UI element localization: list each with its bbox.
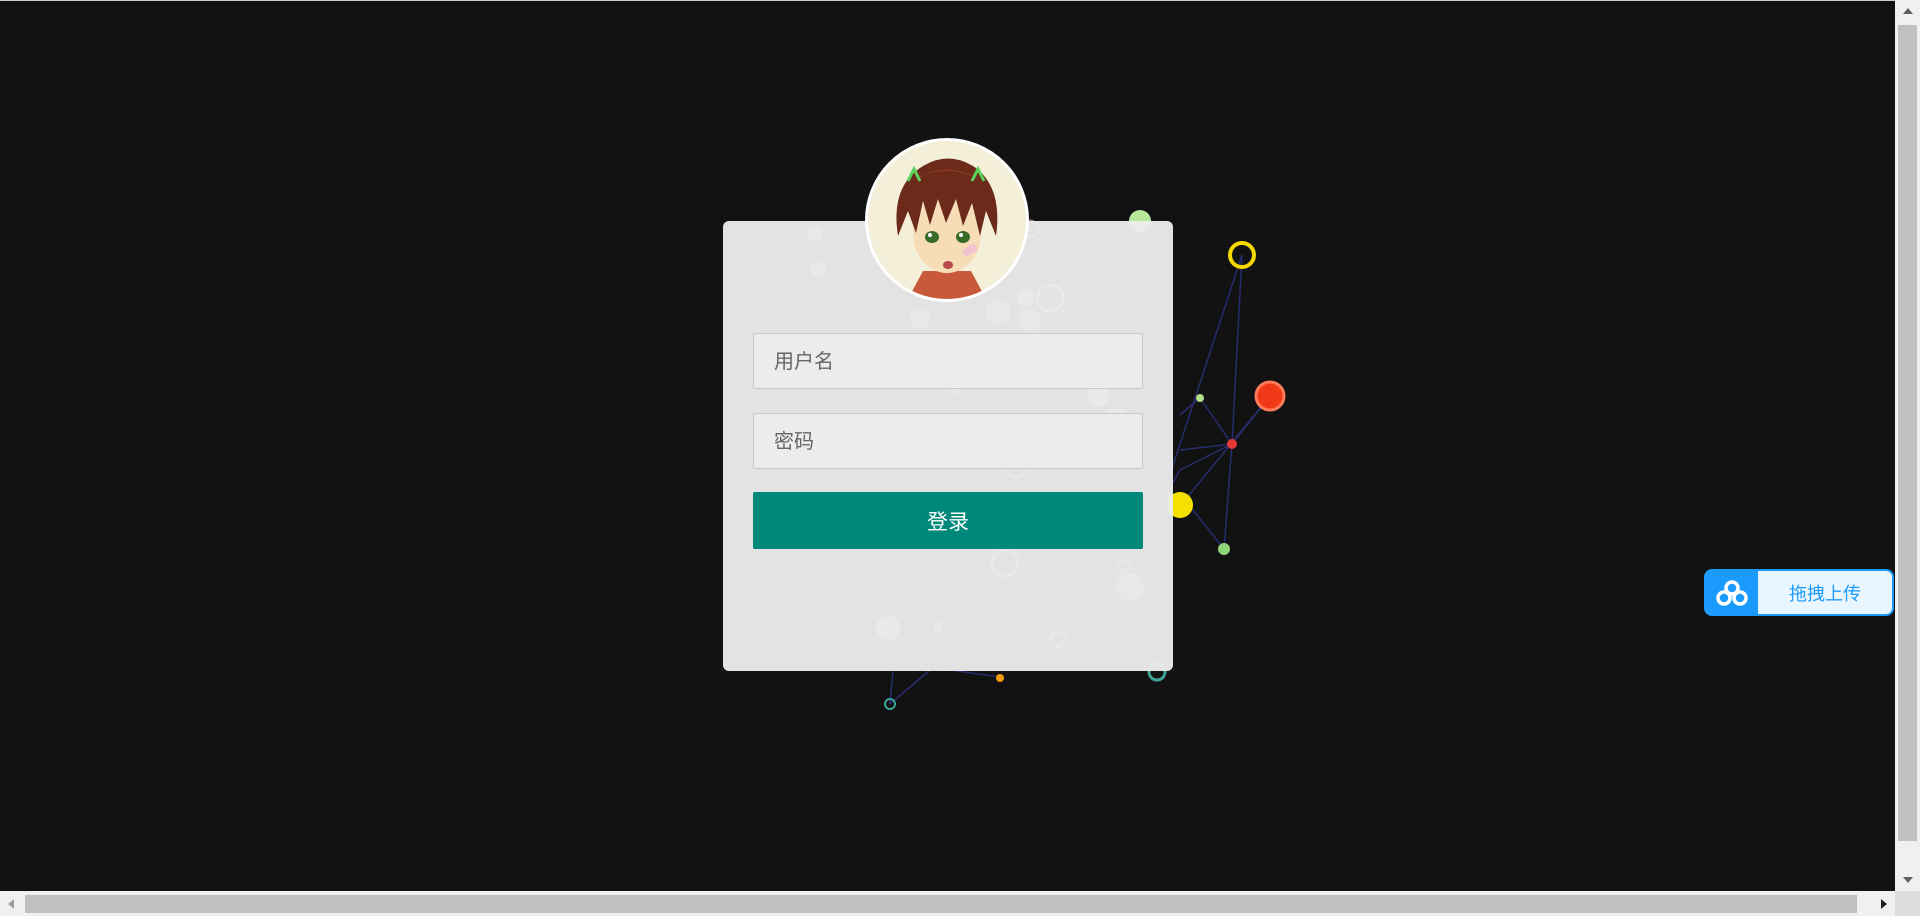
upload-icon-box (1706, 571, 1758, 614)
password-input[interactable] (753, 413, 1143, 469)
username-input[interactable] (753, 333, 1143, 389)
scroll-down-arrow-icon[interactable] (1895, 869, 1920, 891)
horizontal-scrollbar[interactable] (0, 891, 1895, 916)
scroll-left-arrow-icon[interactable] (0, 891, 22, 916)
vertical-scrollbar[interactable] (1895, 0, 1920, 891)
cloud-upload-icon (1716, 579, 1748, 606)
drag-upload-widget[interactable]: 拖拽上传 (1704, 569, 1894, 616)
window-top-border (0, 0, 1895, 1)
anime-avatar-icon (868, 141, 1026, 299)
avatar (865, 138, 1029, 302)
upload-label: 拖拽上传 (1789, 583, 1861, 605)
horizontal-scroll-thumb[interactable] (25, 895, 1857, 913)
scroll-right-arrow-icon[interactable] (1873, 891, 1895, 916)
page-viewport: 登录 拖拽上传 (0, 0, 1895, 891)
scroll-up-arrow-icon[interactable] (1895, 0, 1920, 22)
vertical-scroll-thumb[interactable] (1898, 25, 1917, 841)
login-button[interactable]: 登录 (753, 492, 1143, 549)
scrollbar-corner (1895, 891, 1920, 916)
